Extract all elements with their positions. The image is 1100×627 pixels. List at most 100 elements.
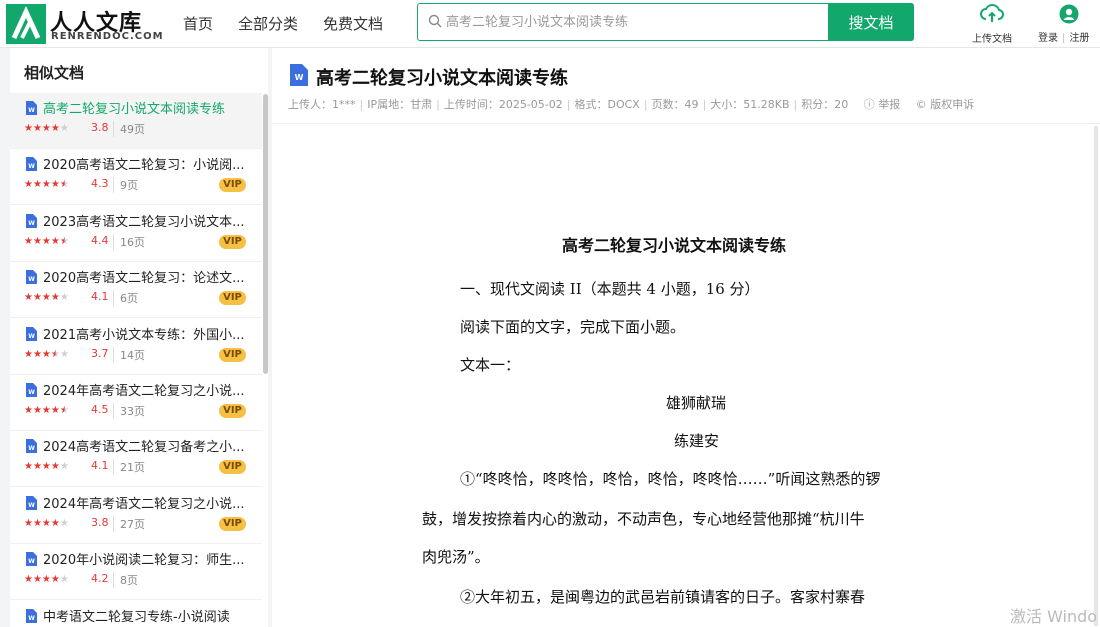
similar-doc-item[interactable]: W 2024年高考语文二轮复习之小说... ★★★★★ 4.5 33页 VIP [10,375,262,431]
preview-scrollbar[interactable] [1094,126,1098,626]
content-paragraph-1a: ①“咚咚恰，咚咚恰，咚恰，咚恰，咚咚恰……”听闻这熟悉的锣 [460,470,881,488]
page-count: 8页 [113,572,138,589]
rating-stars: ★★★★★ [24,179,69,191]
copyright-button[interactable]: © 版权申诉 [916,98,975,111]
logo-domain: RENRENDOC.COM [51,31,164,42]
content-text-label: 文本一： [460,356,521,374]
svg-text:W: W [28,445,35,452]
vip-badge: VIP [219,178,246,193]
upload-doc-button[interactable]: 上传文档 [966,4,1018,45]
windows-activation-watermark: 激活 Windo [1010,607,1098,626]
meta-time: 上传时间：2025-05-02 [443,98,563,111]
copyright-label: 版权申诉 [930,98,975,111]
svg-text:W: W [28,107,35,114]
meta-ip: IP属地：甘肃 [367,98,433,111]
rating-stars: ★★★★★ [24,461,69,473]
word-doc-icon: W [290,64,308,86]
vip-badge: VIP [219,404,246,418]
rating-value: 3.8 [91,515,109,529]
rating-value: 4.1 [91,459,109,473]
similar-doc-item[interactable]: W 2023高考语文二轮复习小说文本... ★★★★★ 4.4 16页 VIP [10,206,262,262]
page-count: 9页 [113,177,138,194]
page-count: 14页 [113,346,145,363]
rating-stars: ★★★★★ [24,348,69,360]
similar-doc-item[interactable]: W 2024年高考语文二轮复习之小说... ★★★★★ 3.8 27页 VIP [10,488,262,544]
report-button[interactable]: ⓘ 举报 [864,98,901,111]
similar-doc-item[interactable]: W 中考语文二轮复习专练-小说阅读 [10,601,262,627]
meta-uploader: 上传人：1*** [288,98,356,111]
rating-stars: ★★★★★ [24,405,69,416]
search-input[interactable] [446,11,826,33]
word-doc-icon: W [26,495,37,510]
search-icon [428,14,442,28]
similar-doc-title: 2024高考语文二轮复习备考之小... [43,440,245,456]
similar-doc-item[interactable]: W 2024高考语文二轮复习备考之小... ★★★★★ 4.1 21页 VIP [10,431,262,488]
rating-stars: ★★★★★ [24,574,69,586]
copyright-icon: © [915,98,927,111]
top-header: 人人文库 RENRENDOC.COM 首页 全部分类 免费文档 搜文档 上传文档… [0,0,1100,48]
word-doc-icon: W [26,101,37,115]
svg-text:W: W [28,615,35,622]
similar-doc-item[interactable]: W 2020高考语文二轮复习：论述文... ★★★★★ 4.1 6页 VIP [10,262,262,319]
word-doc-icon: W [26,326,37,341]
similar-doc-title: 2021高考小说文本专练：外国小... [43,327,245,343]
register-link[interactable]: 注册 [1069,33,1089,44]
user-avatar-icon[interactable] [1059,4,1079,24]
similar-doc-title: 2024年高考语文二轮复习之小说... [43,384,245,399]
report-label: 举报 [878,98,901,111]
document-preview[interactable]: 高考二轮复习小说文本阅读专练 一、现代文阅读 II（本题共 4 小题，16 分）… [272,123,1100,627]
rating-value: 4.5 [91,403,109,416]
sidebar-scrollbar-thumb[interactable] [263,94,268,374]
content-paragraph-1b: 鼓，增发按捺着内心的激动，不动声色，专心地经营他那摊“杭川牛 [422,510,865,528]
similar-doc-item[interactable]: W 2020年小说阅读二轮复习：师生... ★★★★★ 4.2 8页 [10,544,262,601]
nav-categories[interactable]: 全部分类 [238,13,298,34]
divider: | [1062,33,1066,44]
svg-text:W: W [28,333,35,340]
content-paragraph-2a: ②大年初五，是闽粤边的武邑岩前镇请客的日子。客家村寨春 [460,588,866,606]
document-main: W 高考二轮复习小说文本阅读专练 上传人：1*** | IP属地：甘肃 | 上传时间：2… [272,48,1100,627]
similar-doc-item[interactable]: W 2020高考语文二轮复习：小说阅... ★★★★★ 4.3 9页 VIP [10,149,262,206]
nav-free-docs[interactable]: 免费文档 [323,13,383,34]
vip-badge: VIP [219,291,246,306]
svg-text:W: W [28,276,35,283]
similar-doc-title: 2023高考语文二轮复习小说文本... [43,214,245,230]
meta-points: 积分：20 [801,98,849,111]
similar-doc-title: 2024年高考语文二轮复习之小说... [43,496,245,512]
logo-mark-icon [6,4,46,44]
similar-doc-item[interactable]: W 2021高考小说文本专练：外国小... ★★★★★ 3.7 14页 VIP [10,319,262,375]
word-doc-icon: W [26,270,37,285]
content-author: 练建安 [674,432,720,450]
content-story-title: 雄狮献瑞 [666,394,727,412]
vip-badge: VIP [219,234,246,249]
page-count: 49页 [113,121,145,137]
rating-stars: ★★★★★ [24,517,69,529]
cloud-upload-icon [980,4,1005,22]
word-doc-icon: W [26,213,37,228]
nav-home[interactable]: 首页 [183,13,213,34]
rating-value: 4.2 [91,572,109,586]
rating-value: 4.1 [91,290,109,304]
vip-badge: VIP [219,460,246,475]
content-paragraph-1c: 肉兜汤”。 [422,548,490,566]
document-meta: 上传人：1*** | IP属地：甘肃 | 上传时间：2025-05-02 | 格式：DOCX… [288,98,975,111]
similar-doc-item[interactable]: W 高考二轮复习小说文本阅读专练 ★★★★★ 3.8 49页 [10,93,262,149]
sidebar-title: 相似文档 [24,64,85,82]
meta-size: 大小：51.28KB [710,98,790,111]
similar-docs-sidebar: 相似文档 W 高考二轮复习小说文本阅读专练 ★★★★★ 3.8 49页 W 2020高考语文… [10,48,268,627]
meta-format: 格式：DOCX [574,98,640,111]
site-logo[interactable]: 人人文库 RENRENDOC.COM [6,4,166,44]
word-doc-icon: W [26,439,37,454]
rating-value: 4.4 [91,233,109,247]
upload-label: 上传文档 [972,34,1012,45]
search-button[interactable]: 搜文档 [828,3,914,41]
svg-text:W: W [28,502,35,509]
page-count: 27页 [113,515,145,532]
word-doc-icon: W [26,383,37,397]
rating-value: 3.7 [91,346,109,360]
login-link[interactable]: 登录 [1038,33,1058,44]
similar-doc-title: 高考二轮复习小说文本阅读专练 [43,102,226,117]
vip-badge: VIP [219,516,246,531]
similar-doc-title: 2020年小说阅读二轮复习：师生... [43,553,245,569]
document-title: 高考二轮复习小说文本阅读专练 [316,68,568,89]
svg-text:W: W [28,220,35,227]
